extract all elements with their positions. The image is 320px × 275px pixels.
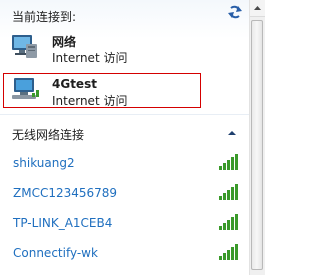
refresh-icon <box>228 5 242 19</box>
connection-item-network[interactable]: 网络 Internet 访问 <box>4 30 204 66</box>
wifi-network-item[interactable]: TP-LINK_A1CEB4 <box>0 210 249 238</box>
wired-network-icon <box>12 35 37 58</box>
wifi-network-item[interactable]: Connectify-wk <box>0 240 249 268</box>
connected-title: 当前连接到: <box>12 10 77 24</box>
wifi-network-name: Connectify-wk <box>13 246 98 260</box>
wifi-network-name: TP-LINK_A1CEB4 <box>13 216 113 230</box>
signal-strength-icon <box>219 214 238 230</box>
signal-strength-icon <box>219 154 238 170</box>
network-flyout: 当前连接到: 网络 Internet 访问 4Gtest Internet 访问… <box>0 0 249 275</box>
signal-strength-icon <box>219 244 238 260</box>
refresh-button[interactable] <box>226 4 244 20</box>
connection-status: Internet 访问 <box>52 51 128 65</box>
scrollbar-thumb[interactable] <box>251 20 263 270</box>
wifi-network-item[interactable]: ZMCC123456789 <box>0 180 249 208</box>
wifi-network-name: shikuang2 <box>13 156 75 170</box>
wifi-network-item[interactable]: shikuang2 <box>0 150 249 178</box>
signal-strength-icon <box>219 184 238 200</box>
scroll-up-button[interactable] <box>250 0 265 17</box>
scroll-up-arrow-icon <box>254 6 261 10</box>
selection-highlight <box>3 73 201 108</box>
wifi-network-name: ZMCC123456789 <box>13 186 118 200</box>
connection-name: 网络 <box>52 35 77 49</box>
collapse-button[interactable] <box>226 127 238 137</box>
section-divider <box>0 114 249 115</box>
wireless-section-title: 无线网络连接 <box>12 128 85 142</box>
chevron-up-icon <box>228 131 236 135</box>
